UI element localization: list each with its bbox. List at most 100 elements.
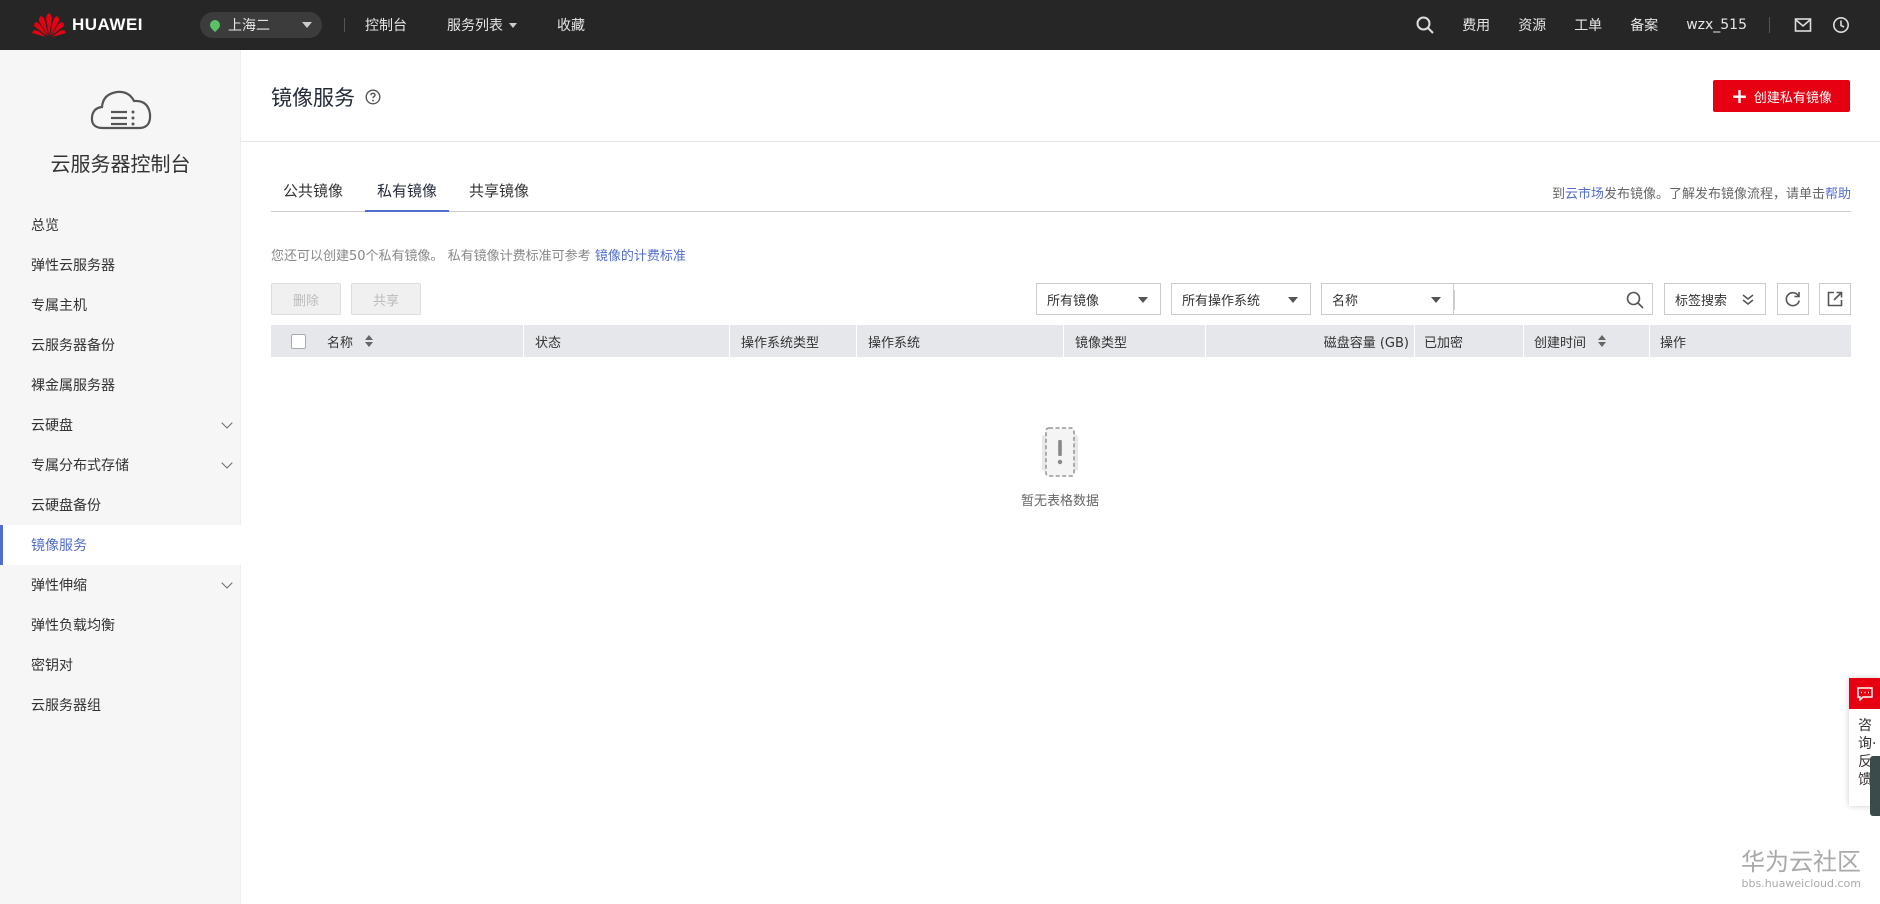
empty-state-text: 暂无表格数据 — [1020, 494, 1099, 509]
sidebar-title: 云服务器控制台 — [50, 152, 191, 176]
header-divider — [241, 141, 1880, 142]
create-private-image-label: 创建私有镜像 — [1753, 90, 1832, 106]
sidebar-item-bare-metal[interactable]: 裸金属服务器 — [0, 365, 241, 405]
sidebar-item-disk-backup[interactable]: 云硬盘备份 — [0, 485, 241, 525]
sort-icon — [1598, 335, 1607, 347]
chevron-down-icon — [221, 457, 233, 469]
chevron-down-icon — [221, 417, 233, 429]
side-handle[interactable] — [1870, 756, 1880, 816]
sidebar-item-auto-scaling[interactable]: 弹性伸缩 — [0, 565, 241, 605]
marketplace-link[interactable]: 云市场 — [1565, 187, 1604, 202]
column-name-label: 名称 — [327, 335, 354, 351]
search-button[interactable] — [1416, 16, 1434, 34]
os-filter-select[interactable]: 所有操作系统 — [1171, 283, 1311, 315]
caret-down-icon — [302, 22, 312, 28]
search-icon[interactable] — [1626, 291, 1644, 309]
help-icon[interactable] — [365, 89, 381, 105]
column-image-type: 镜像类型 — [1075, 335, 1128, 351]
empty-data-icon — [1042, 427, 1078, 477]
marketplace-info-mid: 发布镜像。了解发布镜像流程，请单击 — [1603, 187, 1825, 202]
caret-down-icon — [1138, 297, 1148, 303]
column-divider — [856, 325, 857, 357]
messages-button[interactable] — [1794, 16, 1812, 34]
search-field-select[interactable]: 名称 — [1321, 283, 1454, 315]
location-pin-icon — [207, 17, 223, 33]
nav-tickets[interactable]: 工单 — [1574, 15, 1602, 35]
quota-text: 您还可以创建50个私有镜像。 私有镜像计费标准可参考 — [271, 249, 595, 264]
feedback-header[interactable] — [1849, 678, 1880, 709]
double-chevron-down-icon — [1742, 294, 1754, 305]
search-divider — [1454, 290, 1455, 310]
search-input[interactable] — [1454, 283, 1653, 315]
tab-private-images[interactable]: 私有镜像 — [365, 180, 449, 212]
tab-shared-images[interactable]: 共享镜像 — [457, 180, 541, 212]
column-divider — [729, 325, 730, 357]
sort-icon — [365, 335, 374, 347]
sidebar-item-key-pair[interactable]: 密钥对 — [0, 645, 241, 685]
watermark-url: bbs.huaweicloud.com — [1741, 877, 1861, 890]
caret-down-icon — [1431, 297, 1441, 303]
nav-favorites[interactable]: 收藏 — [557, 15, 585, 35]
sidebar-item-server-backup[interactable]: 云服务器备份 — [0, 325, 241, 365]
huawei-flower-icon — [32, 13, 66, 37]
nav-service-list-label: 服务列表 — [447, 18, 503, 34]
nav-divider — [1769, 17, 1770, 33]
help-link[interactable]: 帮助 — [1825, 187, 1851, 202]
caret-down-icon — [1288, 297, 1298, 303]
export-icon — [1827, 291, 1843, 307]
chat-icon — [1856, 686, 1873, 701]
nav-console[interactable]: 控制台 — [365, 15, 407, 35]
column-divider — [1523, 325, 1524, 357]
search-field-value: 名称 — [1332, 293, 1359, 309]
column-actions: 操作 — [1660, 335, 1687, 351]
tag-search-button[interactable]: 标签搜索 — [1664, 283, 1766, 315]
clock-icon — [1833, 17, 1849, 33]
sidebar-item-dedicated-host[interactable]: 专属主机 — [0, 285, 241, 325]
billing-standard-link[interactable]: 镜像的计费标准 — [595, 249, 686, 264]
huawei-logo[interactable]: HUAWEI — [32, 12, 172, 38]
top-bar: HUAWEI 上海二 控制台 服务列表 收藏 费用 资源 工单 备案 wzx_5… — [0, 0, 1880, 50]
table-header: 名称 状态 操作系统类型 操作系统 镜像类型 磁盘容量 (GB) 已加密 创建时… — [271, 325, 1851, 357]
nav-billing[interactable]: 费用 — [1462, 15, 1490, 35]
sidebar-item-ecs[interactable]: 弹性云服务器 — [0, 245, 241, 285]
empty-state: 暂无表格数据 — [960, 422, 1160, 509]
nav-service-list[interactable]: 服务列表 — [447, 15, 517, 35]
sidebar-item-label: 弹性伸缩 — [31, 578, 87, 594]
sidebar-item-label: 专属分布式存储 — [31, 458, 129, 474]
search-icon — [1416, 16, 1434, 34]
tab-public-images[interactable]: 公共镜像 — [271, 180, 355, 212]
sidebar-item-elb[interactable]: 弹性负载均衡 — [0, 605, 241, 645]
caret-down-icon — [509, 22, 517, 28]
nav-icp[interactable]: 备案 — [1630, 15, 1658, 35]
column-os-type: 操作系统类型 — [741, 335, 820, 351]
watermark: 华为云社区 bbs.huaweicloud.com — [1733, 842, 1861, 890]
chevron-down-icon — [221, 577, 233, 589]
sidebar-item-dss[interactable]: 专属分布式存储 — [0, 445, 241, 485]
column-disk-capacity: 磁盘容量 (GB) — [1323, 335, 1409, 351]
cloud-server-icon — [90, 90, 152, 130]
create-private-image-button[interactable]: + 创建私有镜像 — [1713, 80, 1850, 112]
brand-name: HUAWEI — [72, 15, 143, 34]
top-right-menu: 费用 资源 工单 备案 wzx_515 — [1392, 15, 1850, 35]
column-encrypted: 已加密 — [1424, 335, 1464, 351]
history-button[interactable] — [1832, 16, 1850, 34]
image-filter-select[interactable]: 所有镜像 — [1036, 283, 1161, 315]
sidebar-item-label: 云硬盘 — [31, 418, 73, 434]
nav-resources[interactable]: 资源 — [1518, 15, 1546, 35]
column-created-time[interactable]: 创建时间 — [1534, 325, 1607, 357]
sidebar-item-overview[interactable]: 总览 — [0, 205, 241, 245]
os-filter-value: 所有操作系统 — [1182, 293, 1261, 309]
select-all-checkbox[interactable] — [291, 334, 306, 349]
sidebar-item-evs[interactable]: 云硬盘 — [0, 405, 241, 445]
region-selector[interactable]: 上海二 — [200, 12, 322, 38]
sidebar-item-server-group[interactable]: 云服务器组 — [0, 685, 241, 725]
share-button[interactable]: 共享 — [351, 283, 421, 315]
column-name[interactable]: 名称 — [327, 325, 374, 357]
sidebar-item-image-service[interactable]: 镜像服务 — [0, 525, 241, 565]
column-divider — [523, 325, 524, 357]
user-name[interactable]: wzx_515 — [1686, 17, 1747, 33]
export-button[interactable] — [1819, 283, 1851, 315]
marketplace-info: 到云市场发布镜像。了解发布镜像流程，请单击帮助 — [1552, 183, 1851, 202]
refresh-button[interactable] — [1777, 283, 1809, 315]
delete-button[interactable]: 删除 — [271, 283, 341, 315]
